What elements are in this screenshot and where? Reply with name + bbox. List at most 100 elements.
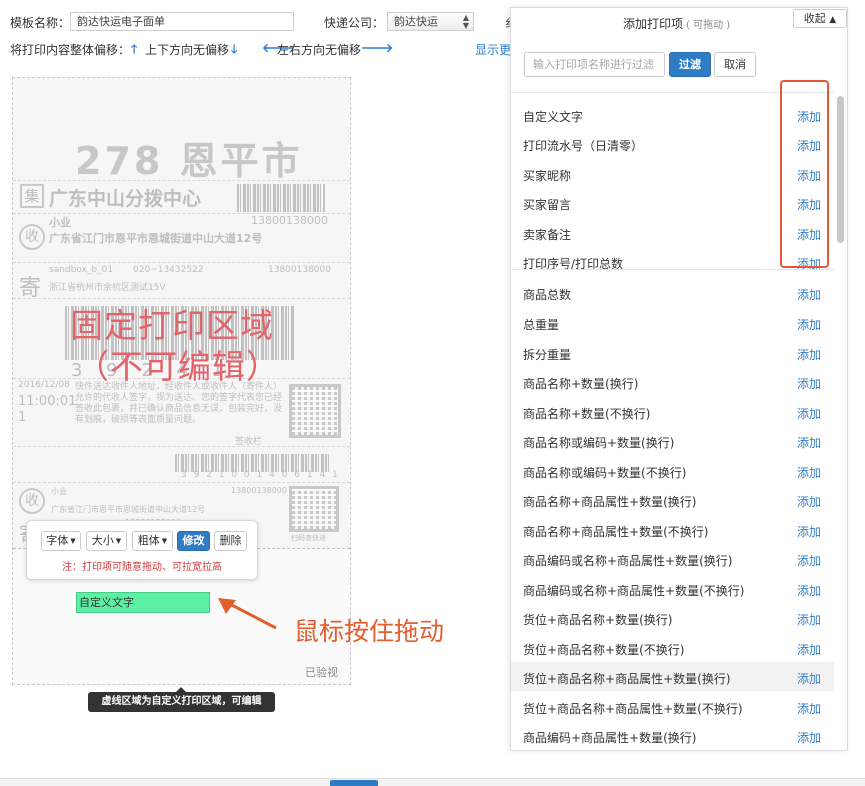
print-item-row[interactable]: 货位+商品名称+数量(不换行) 添加	[511, 633, 834, 662]
add-item-link[interactable]: 添加	[797, 434, 821, 451]
panel-title: 添加打印项( 可拖动 )	[623, 15, 730, 32]
print-item-name: 打印流水号（日清零）	[523, 139, 644, 153]
label-send-tel: 020~13432522	[133, 265, 204, 275]
label-send-phone: 13800138000	[268, 265, 331, 275]
print-item-row[interactable]: 商品编码或名称+商品属性+数量(不换行) 添加	[511, 574, 834, 603]
font-dropdown[interactable]: 字体 ▼	[41, 531, 81, 551]
print-item-row[interactable]: 商品名称或编码+数量(不换行) 添加	[511, 456, 834, 485]
print-item-name: 商品名称+商品属性+数量(换行)	[523, 495, 697, 509]
panel-title-text: 添加打印项	[623, 17, 684, 31]
horizontal-offset-text: 左右方向无偏移	[277, 43, 362, 57]
express-company-value: 韵达快运	[394, 15, 438, 28]
label-recv-name: 小业	[49, 216, 71, 229]
add-item-link[interactable]: 添加	[797, 523, 821, 540]
label-send-addr: 浙江省杭州市余杭区测试15V	[49, 283, 166, 293]
label-recv2-phone: 13800138000	[231, 486, 287, 495]
toolbar-note: 注：打印项可随意拖动、可拉宽拉高	[62, 562, 222, 573]
add-item-link[interactable]: 添加	[797, 286, 821, 303]
filter-input[interactable]: 输入打印项名称进行过滤	[524, 52, 665, 77]
edit-toolbar: 字体 ▼ 大小 ▼ 粗体 ▼ 修改 删除 注：打印项可随意拖动、可拉宽拉高	[26, 520, 258, 580]
panel-header[interactable]: 添加打印项( 可拖动 ) 收起 ▲	[511, 8, 847, 38]
bold-label: 粗体	[137, 534, 160, 547]
panel-subtitle: ( 可拖动 )	[686, 20, 731, 31]
add-item-link[interactable]: 添加	[797, 375, 821, 392]
print-item-row[interactable]: 商品名称或编码+数量(换行) 添加	[511, 426, 834, 455]
print-item-row[interactable]: 商品总数 添加	[511, 278, 834, 307]
delete-button[interactable]: 删除	[214, 531, 247, 551]
label-city: 278 恩平市	[75, 139, 303, 183]
label-seq: 1	[18, 410, 27, 425]
caret-down-icon: ▼	[161, 537, 168, 545]
print-item-row[interactable]: 拆分重量 添加	[511, 338, 834, 367]
add-item-link[interactable]: 添加	[797, 552, 821, 569]
print-item-row[interactable]: 商品名称+数量(换行) 添加	[511, 367, 834, 396]
edit-button[interactable]: 修改	[177, 531, 210, 551]
label-time: 11:00:01	[18, 394, 77, 409]
print-item-row[interactable]: 货位+商品名称+数量(换行) 添加	[511, 603, 834, 632]
barcode-top	[237, 184, 325, 212]
filter-button[interactable]: 过滤	[669, 52, 711, 77]
print-item-row[interactable]: 商品名称+数量(不换行) 添加	[511, 397, 834, 426]
arrow-down-icon[interactable]: 🡓	[231, 40, 237, 61]
triangle-up-icon: ▲	[829, 15, 837, 25]
cancel-button[interactable]: 取消	[714, 52, 756, 77]
show-more-link[interactable]: 显示更	[475, 41, 511, 58]
print-item-row[interactable]: 货位+商品名称+商品属性+数量(换行) 添加	[511, 662, 834, 691]
size-label: 大小	[91, 534, 114, 547]
print-item-name: 商品编码或名称+商品属性+数量(不换行)	[523, 584, 745, 598]
bold-dropdown[interactable]: 粗体 ▼	[132, 531, 173, 551]
print-item-row[interactable]: 商品编码或名称+商品属性+数量(换行) 添加	[511, 544, 834, 573]
add-item-link[interactable]: 添加	[797, 464, 821, 481]
print-item-name: 商品编码或名称+商品属性+数量(换行)	[523, 554, 733, 568]
print-item-name: 总重量	[523, 318, 560, 332]
add-item-link[interactable]: 添加	[797, 493, 821, 510]
print-item-name: 买家昵称	[523, 169, 572, 183]
label-send-name: sandbox_b_01	[49, 265, 114, 275]
add-item-link[interactable]: 添加	[797, 346, 821, 363]
page: 模板名称： 韵达快运电子面单 快递公司： 韵达快运 ▲▼ 纟 将打印内容整体偏移…	[0, 0, 865, 786]
print-item-row[interactable]: 货位+商品名称+商品属性+数量(不换行) 添加	[511, 692, 834, 721]
scrollbar[interactable]	[837, 96, 844, 243]
fixed-area-subtitle: （不可编辑）	[76, 347, 280, 386]
label-recv2-name: 小业	[51, 487, 67, 496]
arrow-up-icon[interactable]: 🡑	[131, 40, 137, 61]
offset-label: 将打印内容整体偏移：	[10, 43, 131, 57]
print-item-row[interactable]: 商品名称+商品属性+数量(不换行) 添加	[511, 515, 834, 544]
print-item-name: 自定义文字	[523, 110, 584, 124]
add-item-link[interactable]: 添加	[797, 700, 821, 717]
print-item-row[interactable]: 商品编码+商品属性+数量(换行) 添加	[511, 721, 834, 750]
print-item-name: 买家留言	[523, 198, 572, 212]
add-item-link[interactable]: 添加	[797, 729, 821, 746]
print-item-row[interactable]: 总重量 添加	[511, 308, 834, 337]
custom-text-element[interactable]: 自定义文字	[76, 592, 210, 613]
add-item-link[interactable]: 添加	[797, 670, 821, 687]
collapse-button[interactable]: 收起 ▲	[793, 9, 847, 28]
label-recv-addr: 广东省江门市恩平市恩城街道中山大道12号	[49, 232, 263, 245]
print-item-name: 拆分重量	[523, 348, 572, 362]
template-name-input[interactable]: 韵达快运电子面单	[70, 12, 294, 31]
print-item-row[interactable]: 商品名称+商品属性+数量(换行) 添加	[511, 485, 834, 514]
add-item-link[interactable]: 添加	[797, 641, 821, 658]
print-item-name: 货位+商品名称+商品属性+数量(换行)	[523, 672, 731, 686]
print-item-name: 货位+商品名称+数量(换行)	[523, 613, 673, 627]
add-item-link[interactable]: 添加	[797, 582, 821, 599]
add-item-link[interactable]: 添加	[797, 405, 821, 422]
arrow-right-icon[interactable]: 🡒	[361, 40, 393, 55]
print-item-name: 货位+商品名称+数量(不换行)	[523, 643, 685, 657]
verified-stamp: 已验视	[305, 666, 338, 679]
qr-code-top	[289, 384, 341, 438]
caret-down-icon: ▼	[70, 537, 76, 545]
drag-hint: 鼠标按住拖动	[294, 617, 445, 646]
print-item-name: 商品名称+数量(不换行)	[523, 407, 651, 421]
custom-area-tooltip: 虚线区域为自定义打印区域，可编辑	[88, 687, 275, 712]
express-company-select[interactable]: 韵达快运 ▲ ▼	[387, 12, 474, 31]
bottom-button[interactable]	[330, 780, 378, 786]
print-item-name: 商品名称+数量(换行)	[523, 377, 639, 391]
add-item-link[interactable]: 添加	[797, 316, 821, 333]
drag-arrow-icon	[218, 598, 277, 630]
print-item-name: 货位+商品名称+商品属性+数量(不换行)	[523, 702, 743, 716]
add-item-link[interactable]: 添加	[797, 611, 821, 628]
size-dropdown[interactable]: 大小 ▼	[86, 531, 127, 551]
qr-code-bottom	[289, 486, 339, 532]
print-item-name: 商品名称或编码+数量(换行)	[523, 436, 675, 450]
